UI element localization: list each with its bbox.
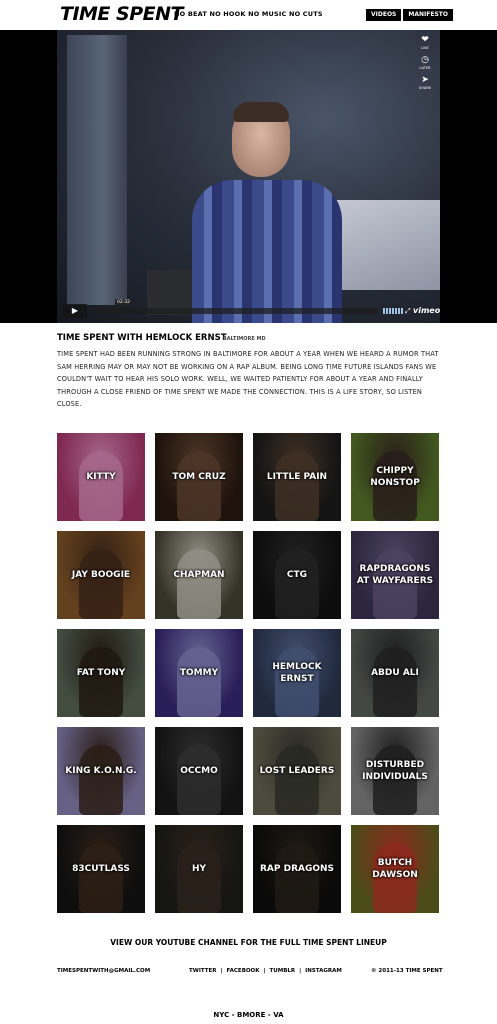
artist-name: LOST LEADERS bbox=[259, 766, 335, 776]
video-title: TIME SPENT WITH HEMLOCK ERNST bbox=[57, 333, 227, 343]
video-frame-person-body bbox=[192, 180, 342, 323]
nav-manifesto-link[interactable]: MANIFESTO bbox=[403, 9, 453, 21]
site-logo[interactable]: TIME SPENT bbox=[60, 3, 183, 25]
video-time: 02:32 bbox=[115, 299, 132, 306]
artist-name: BUTCH DAWSON bbox=[372, 858, 418, 880]
link-separator: | bbox=[299, 968, 302, 974]
instagram-link[interactable]: INSTAGRAM bbox=[305, 968, 342, 974]
artist-tile[interactable]: TOM CRUZ bbox=[155, 433, 243, 521]
artist-name: ABDU ALI bbox=[371, 668, 419, 678]
share-icon: ➤ bbox=[421, 75, 429, 85]
artist-name: 83CUTLASS bbox=[72, 864, 130, 874]
contact-email[interactable]: TIMESPENTWITH@GMAIL.COM bbox=[57, 968, 150, 974]
artist-name: LITTLE PAIN bbox=[266, 472, 328, 482]
later-action[interactable]: ◷ LATER bbox=[419, 55, 431, 71]
artist-tile[interactable]: FAT TONY bbox=[57, 629, 145, 717]
artist-name: JAY BOOGIE bbox=[71, 570, 131, 580]
artist-tile[interactable]: LITTLE PAIN bbox=[253, 433, 341, 521]
video-band: ❤ LIKE ◷ LATER ➤ SHARE ▶ 02:32 ⤢ vimeo bbox=[0, 30, 497, 323]
artist-name: RAPDRAGONS AT WAYFARERS bbox=[356, 564, 434, 586]
artist-tile[interactable]: OCCMO bbox=[155, 727, 243, 815]
artist-name: KING K.O.N.G. bbox=[65, 766, 137, 776]
like-label: LIKE bbox=[421, 46, 429, 50]
footer-location: NYC - BMORE - VA bbox=[213, 1011, 284, 1019]
artist-name: CTG bbox=[286, 570, 308, 580]
vimeo-logo[interactable]: vimeo bbox=[413, 306, 440, 316]
video-location: BALTIMORE MD bbox=[223, 336, 266, 342]
video-side-actions: ❤ LIKE ◷ LATER ➤ SHARE bbox=[418, 35, 432, 91]
artist-tile[interactable]: RAP DRAGONS bbox=[253, 825, 341, 913]
clock-icon: ◷ bbox=[421, 55, 429, 65]
artist-tile[interactable]: CHAPMAN bbox=[155, 531, 243, 619]
artist-tile[interactable]: HY bbox=[155, 825, 243, 913]
artist-name: FAT TONY bbox=[76, 668, 126, 678]
artist-tile[interactable]: BUTCH DAWSON bbox=[351, 825, 439, 913]
artist-name: KITTY bbox=[86, 472, 116, 482]
main-nav: VIDEOS MANIFESTO bbox=[366, 9, 453, 21]
artist-tile[interactable]: CTG bbox=[253, 531, 341, 619]
link-separator: | bbox=[263, 968, 266, 974]
artist-tile[interactable]: 83CUTLASS bbox=[57, 825, 145, 913]
fullscreen-icon[interactable]: ⤢ bbox=[405, 307, 411, 315]
heart-icon: ❤ bbox=[421, 35, 429, 45]
artist-tile[interactable]: KITTY bbox=[57, 433, 145, 521]
site-tagline: NO BEAT NO HOOK NO MUSIC NO CUTS bbox=[174, 10, 323, 18]
artist-name: HY bbox=[191, 864, 207, 874]
video-frame-person-hair bbox=[233, 102, 289, 122]
social-links: TWITTER | FACEBOOK | TUMBLR | INSTAGRAM bbox=[189, 968, 342, 974]
artist-tile[interactable]: RAPDRAGONS AT WAYFARERS bbox=[351, 531, 439, 619]
later-label: LATER bbox=[419, 66, 431, 70]
artist-tile[interactable]: ABDU ALI bbox=[351, 629, 439, 717]
artist-name: HEMLOCK ERNST bbox=[272, 662, 322, 684]
youtube-channel-link[interactable]: VIEW OUR YOUTUBE CHANNEL FOR THE FULL TI… bbox=[0, 938, 497, 947]
facebook-link[interactable]: FACEBOOK bbox=[227, 968, 260, 974]
artist-tile[interactable]: JAY BOOGIE bbox=[57, 531, 145, 619]
tumblr-link[interactable]: TUMBLR bbox=[270, 968, 296, 974]
artist-name: OCCMO bbox=[180, 766, 218, 776]
video-progress-bar[interactable]: 02:32 bbox=[90, 299, 378, 314]
play-button[interactable]: ▶ bbox=[63, 304, 87, 318]
share-action[interactable]: ➤ SHARE bbox=[418, 75, 432, 91]
artist-tile[interactable]: LOST LEADERS bbox=[253, 727, 341, 815]
like-action[interactable]: ❤ LIKE bbox=[421, 35, 429, 51]
share-label: SHARE bbox=[418, 86, 432, 90]
link-separator: | bbox=[220, 968, 223, 974]
artist-tile[interactable]: KING K.O.N.G. bbox=[57, 727, 145, 815]
copyright: © 2011-13 TIME SPENT bbox=[371, 968, 443, 974]
artist-name: DISTURBED INDIVIDUALS bbox=[362, 760, 428, 782]
artist-name: CHIPPY NONSTOP bbox=[370, 466, 420, 488]
artist-tile[interactable]: CHIPPY NONSTOP bbox=[351, 433, 439, 521]
artist-tile[interactable]: TOMMY bbox=[155, 629, 243, 717]
video-description: TIME SPENT HAD BEEN RUNNING STRONG IN BA… bbox=[57, 350, 439, 409]
volume-control[interactable] bbox=[383, 308, 403, 314]
artist-name: TOMMY bbox=[179, 668, 219, 678]
video-frame-door bbox=[67, 35, 127, 305]
artist-name: TOM CRUZ bbox=[172, 472, 226, 482]
nav-videos-link[interactable]: VIDEOS bbox=[366, 9, 402, 21]
video-controls: ▶ 02:32 ⤢ vimeo bbox=[63, 299, 440, 318]
artist-tile[interactable]: HEMLOCK ERNST bbox=[253, 629, 341, 717]
twitter-link[interactable]: TWITTER bbox=[189, 968, 217, 974]
artist-name: CHAPMAN bbox=[173, 570, 225, 580]
artist-name: RAP DRAGONS bbox=[259, 864, 335, 874]
artist-grid: KITTY TOM CRUZ LITTLE PAIN CHIPPY NONSTOP JA… bbox=[57, 433, 441, 913]
site-header: TIME SPENT NO BEAT NO HOOK NO MUSIC NO C… bbox=[0, 0, 497, 30]
artist-tile[interactable]: DISTURBED INDIVIDUALS bbox=[351, 727, 439, 815]
video-player[interactable]: ❤ LIKE ◷ LATER ➤ SHARE ▶ 02:32 ⤢ vimeo bbox=[57, 30, 440, 323]
